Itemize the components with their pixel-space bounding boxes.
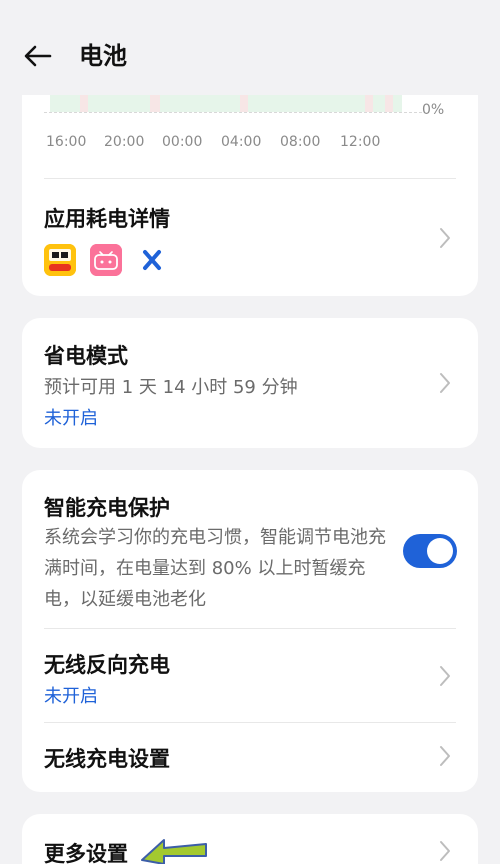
chevron-right-icon: [438, 745, 452, 767]
more-settings-card[interactable]: 更多设置: [22, 814, 478, 864]
wireless-settings-title: 无线充电设置: [44, 747, 170, 771]
wireless-reverse-charging-row[interactable]: 无线反向充电 未开启: [22, 629, 478, 722]
chevron-right-icon: [438, 665, 452, 687]
app-usage-title: 应用耗电详情: [44, 207, 170, 231]
chart-baseline: [44, 112, 422, 113]
time-tick: 04:00: [221, 134, 262, 150]
app-usage-row[interactable]: 应用耗电详情: [22, 179, 478, 296]
power-saving-title: 省电模式: [44, 344, 128, 368]
chevron-right-icon: [438, 840, 452, 862]
smart-charging-title: 智能充电保护: [44, 496, 170, 520]
toggle-knob: [427, 538, 453, 564]
wireless-charging-settings-row[interactable]: 无线充电设置: [22, 723, 478, 792]
power-saving-estimate: 预计可用 1 天 14 小时 59 分钟: [44, 377, 298, 398]
charging-settings-card: 智能充电保护 系统会学习你的充电习惯，智能调节电池充满时间，在电量达到 80% …: [22, 470, 478, 792]
battery-usage-card: 0% 16:00 20:00 00:00 04:00 08:00 12:00 应…: [22, 70, 478, 296]
chevron-right-icon: [438, 372, 452, 394]
time-tick: 00:00: [162, 134, 203, 150]
bilibili-app-icon: [90, 244, 122, 276]
wireless-reverse-title: 无线反向充电: [44, 653, 170, 677]
meituan-app-icon: [44, 244, 76, 276]
annotation-arrow-icon: [140, 834, 210, 864]
power-saving-status: 未开启: [44, 408, 98, 429]
x-app-icon: [136, 244, 168, 276]
back-arrow-icon[interactable]: [22, 40, 54, 72]
time-tick: 16:00: [46, 134, 87, 150]
chart-level-label: 0%: [422, 102, 445, 118]
smart-charging-toggle[interactable]: [403, 534, 457, 568]
time-tick: 12:00: [340, 134, 381, 150]
smart-charging-description: 系统会学习你的充电习惯，智能调节电池充满时间，在电量达到 80% 以上时暂缓充电…: [44, 527, 386, 610]
power-saving-card[interactable]: 省电模式 预计可用 1 天 14 小时 59 分钟 未开启: [22, 318, 478, 448]
page-title: 电池: [79, 42, 127, 70]
time-tick: 08:00: [280, 134, 321, 150]
wireless-reverse-status: 未开启: [44, 686, 98, 707]
header-bar: 电池: [0, 0, 500, 95]
more-settings-title: 更多设置: [44, 842, 128, 864]
time-tick: 20:00: [104, 134, 145, 150]
chevron-right-icon: [438, 227, 452, 249]
